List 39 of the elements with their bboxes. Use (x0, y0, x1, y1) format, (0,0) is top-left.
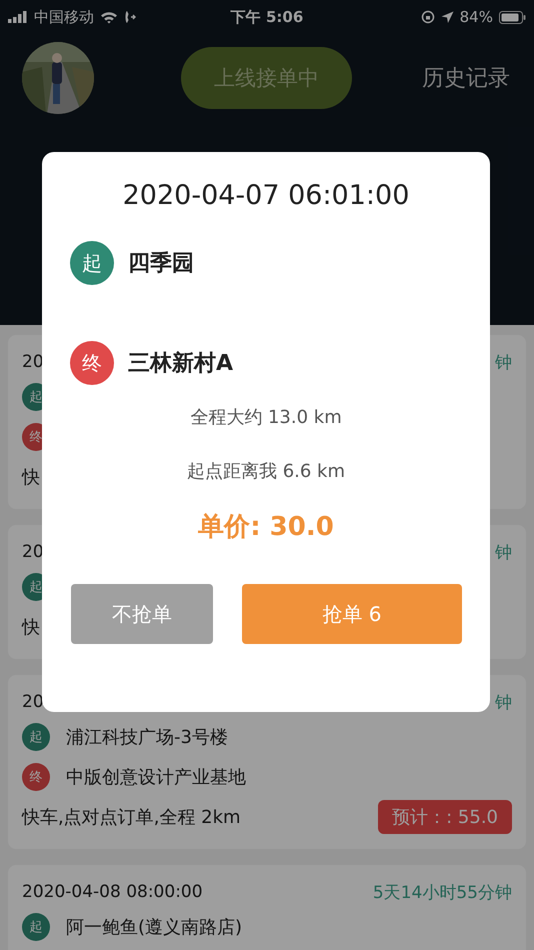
stop-badge: 起 (70, 241, 114, 285)
stop-badge: 起 (22, 723, 50, 751)
battery-icon (498, 10, 526, 24)
decline-button[interactable]: 不抢单 (71, 584, 213, 644)
rotation-lock-icon (420, 10, 435, 24)
pickup-distance: 起点距离我 6.6 km (186, 460, 346, 483)
carrier-name: 中国移动 (34, 8, 94, 26)
history-link[interactable]: 历史记录 (422, 63, 510, 93)
order-info: 快 (22, 616, 40, 639)
order-date: 2020-04-08 08:00:00 (22, 882, 203, 902)
countdown-text: 5天14小时55分钟 (372, 882, 512, 904)
stop-name: 中版创意设计产业基地 (66, 766, 246, 789)
total-distance: 全程大约 13.0 km (189, 406, 343, 429)
countdown-text: 钟 (495, 352, 512, 374)
stop-name: 阿一鲍鱼(遵义南路店) (66, 916, 242, 939)
signal-icon (8, 11, 28, 23)
stop-name: 三林新村A (128, 350, 234, 378)
dialog-datetime: 2020-04-07 06:01:00 (122, 180, 410, 211)
phone-icon (124, 10, 136, 24)
order-info: 快车,点对点订单,全程 2km (22, 806, 241, 829)
order-date: 20 (22, 692, 44, 712)
clock-time: 下午 5:06 (230, 8, 304, 26)
countdown-text: 钟 (495, 692, 512, 714)
stop-badge: 起 (22, 913, 50, 941)
order-date: 20 (22, 542, 44, 562)
order-card[interactable]: 2020-04-08 08:00:00 5天14小时55分钟 起 阿一鲍鱼(遵义南路店) (8, 865, 526, 950)
order-info: 快 (22, 466, 40, 489)
location-arrow-icon (440, 10, 454, 24)
order-date: 20 (22, 352, 44, 372)
stop-name: 四季园 (128, 250, 194, 278)
stop-name: 浦江科技广场-3号楼 (66, 726, 228, 749)
price-tag: 预计：: 55.0 (378, 800, 512, 834)
accept-button[interactable]: 抢单 6 (242, 584, 462, 644)
battery-percent: 84% (460, 8, 493, 26)
wifi-icon (100, 10, 118, 24)
unit-price: 单价: 30.0 (197, 511, 335, 544)
countdown-text: 钟 (495, 542, 512, 564)
stop-badge: 终 (70, 341, 114, 385)
stop-badge: 终 (22, 763, 50, 791)
